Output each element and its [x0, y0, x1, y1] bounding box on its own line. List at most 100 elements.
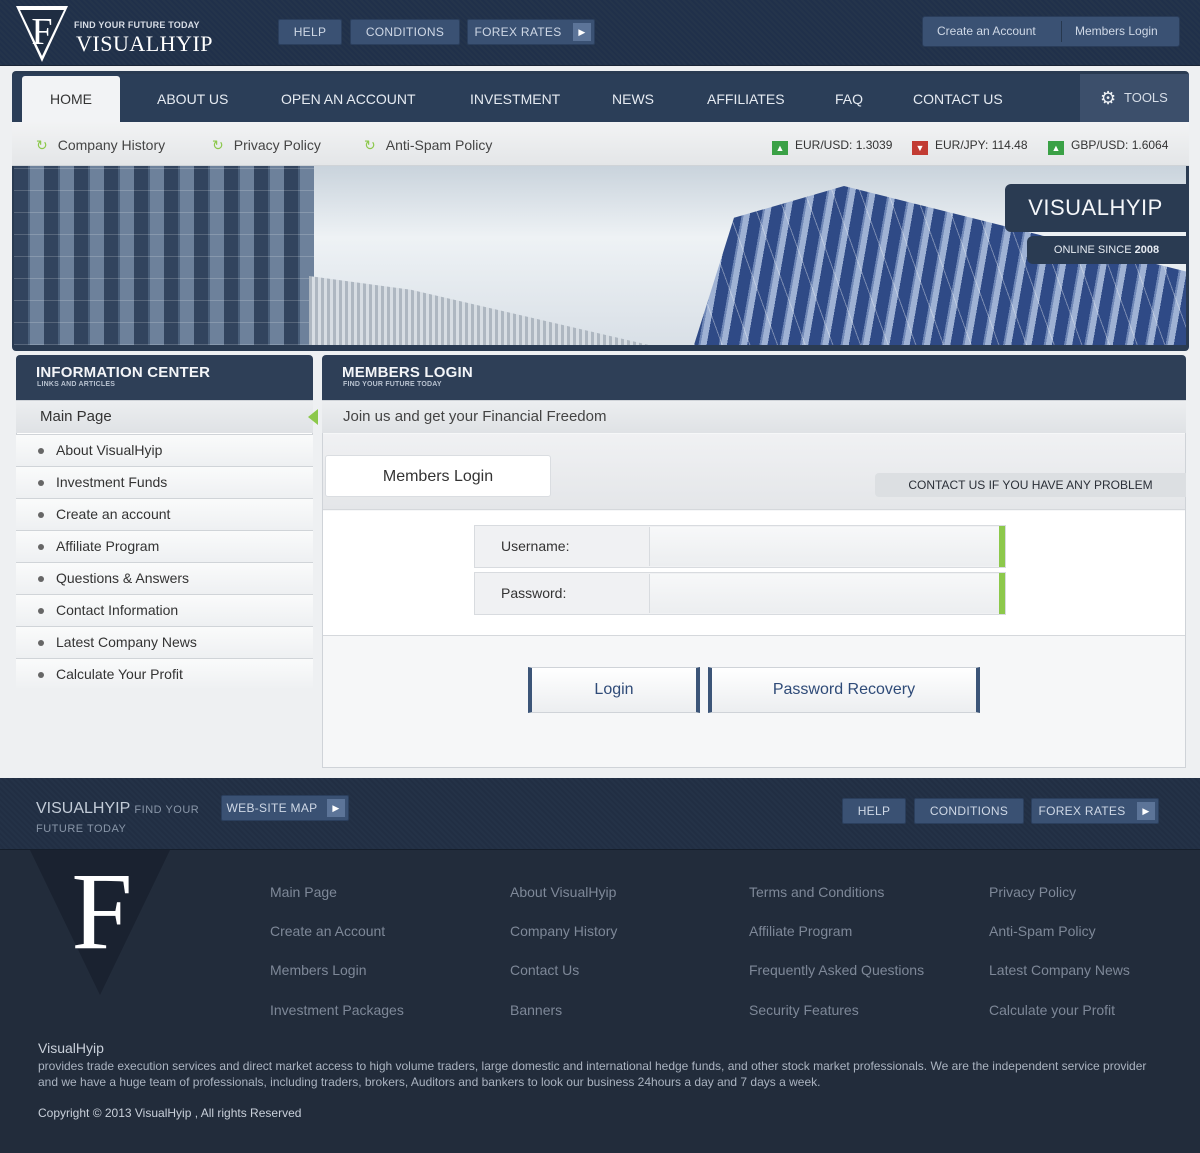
- sublink-label: Privacy Policy: [233, 137, 321, 153]
- svg-text:F: F: [31, 11, 52, 53]
- create-account-link[interactable]: Create an Account: [937, 17, 1036, 46]
- site-logo[interactable]: F FIND YOUR FUTURE TODAY VISUALHYIP: [16, 6, 236, 62]
- conditions-button[interactable]: CONDITIONS: [350, 19, 460, 45]
- password-recovery-button[interactable]: Password Recovery: [708, 667, 980, 713]
- sidebar-item-contact-information[interactable]: Contact Information: [16, 594, 313, 626]
- banner-subtitle: ONLINE SINCE 2008: [1027, 236, 1186, 264]
- nav-home[interactable]: HOME: [22, 76, 120, 122]
- sidebar-item-label: Main Page: [40, 408, 112, 425]
- sublink-label: Anti-Spam Policy: [385, 137, 493, 153]
- password-input[interactable]: [649, 574, 999, 613]
- svg-text:F: F: [71, 850, 132, 972]
- sidebar-item-main-page[interactable]: Main Page: [16, 401, 318, 433]
- link-icon: ↻: [364, 137, 376, 153]
- arrow-up-icon: ▲: [772, 141, 788, 155]
- rate-value: 1.6064: [1131, 138, 1169, 152]
- logo-f-icon: F: [16, 6, 68, 62]
- tools-label: TOOLS: [1124, 90, 1168, 105]
- sidebar-subtitle: LINKS AND ARTICLES: [37, 381, 116, 388]
- footer-link[interactable]: Create an Account: [270, 923, 385, 939]
- footer-link[interactable]: Terms and Conditions: [749, 884, 884, 900]
- footer-link[interactable]: Security Features: [749, 1002, 859, 1018]
- footer-conditions-button[interactable]: CONDITIONS: [914, 798, 1024, 824]
- arrow-down-icon: ▼: [912, 141, 928, 155]
- footer-link[interactable]: Frequently Asked Questions: [749, 962, 924, 978]
- sitemap-button[interactable]: WEB-SITE MAP ▶: [221, 795, 349, 821]
- banner-title: VISUALHYIP: [1005, 184, 1186, 232]
- arrow-right-icon: ▶: [1137, 802, 1155, 820]
- footer-link[interactable]: Privacy Policy: [989, 884, 1076, 900]
- login-intro: Join us and get your Financial Freedom: [322, 401, 1186, 433]
- footer-logo-icon: F: [30, 850, 170, 995]
- field-accent: [999, 526, 1005, 567]
- arrow-up-icon: ▲: [1048, 141, 1064, 155]
- footer-link[interactable]: Contact Us: [510, 962, 579, 978]
- rate-eurusd: ▲ EUR/USD: 1.3039: [772, 138, 892, 155]
- footer-about-title: VisualHyip: [38, 1040, 104, 1056]
- username-input[interactable]: [649, 527, 999, 566]
- nav-news[interactable]: NEWS: [612, 76, 654, 122]
- members-login-link[interactable]: Members Login: [1075, 17, 1158, 46]
- sidebar-item-create-account[interactable]: Create an account: [16, 498, 313, 530]
- arrow-right-icon: ▶: [327, 799, 345, 817]
- footer-link[interactable]: Affiliate Program: [749, 923, 852, 939]
- help-button[interactable]: HELP: [278, 19, 342, 45]
- nav-about-us[interactable]: ABOUT US: [157, 76, 228, 122]
- footer-brand-tag: FIND YOUR: [134, 804, 200, 816]
- sublink-label: Company History: [57, 137, 166, 153]
- nav-contact-us[interactable]: CONTACT US: [913, 76, 1003, 122]
- login-title: MEMBERS LOGIN: [342, 364, 473, 381]
- sublink-privacy-policy[interactable]: ↻ Privacy Policy: [212, 137, 321, 154]
- sidebar-title: INFORMATION CENTER: [36, 364, 211, 381]
- nav-investment[interactable]: INVESTMENT: [470, 76, 560, 122]
- contact-note[interactable]: CONTACT US IF YOU HAVE ANY PROBLEM: [875, 473, 1186, 497]
- footer-help-button[interactable]: HELP: [842, 798, 906, 824]
- rate-pair: EUR/USD:: [795, 138, 853, 152]
- footer-brand-tag: FUTURE TODAY: [36, 823, 127, 835]
- login-button[interactable]: Login: [528, 667, 700, 713]
- banner-building-image: [14, 166, 314, 345]
- sidebar-item-affiliate-program[interactable]: Affiliate Program: [16, 530, 313, 562]
- rate-pair: GBP/USD:: [1071, 138, 1129, 152]
- footer-brand: VISUALHYIP FIND YOUR FUTURE TODAY: [36, 800, 216, 838]
- nav-faq[interactable]: FAQ: [835, 76, 863, 122]
- footer-brand-name: VISUALHYIP: [36, 800, 130, 817]
- footer-link[interactable]: Investment Packages: [270, 1002, 404, 1018]
- forex-rates-button[interactable]: FOREX RATES ▶: [467, 19, 595, 45]
- login-header: MEMBERS LOGIN FIND YOUR FUTURE TODAY: [322, 355, 1186, 401]
- footer-forex-label: FOREX RATES: [1038, 804, 1126, 818]
- login-subtitle: FIND YOUR FUTURE TODAY: [343, 381, 442, 388]
- footer-link[interactable]: Anti-Spam Policy: [989, 923, 1096, 939]
- rate-value: 1.3039: [855, 138, 893, 152]
- rate-gbpusd: ▲ GBP/USD: 1.6064: [1048, 138, 1168, 155]
- sublink-company-history[interactable]: ↻ Company History: [36, 137, 165, 154]
- footer-forex-button[interactable]: FOREX RATES ▶: [1031, 798, 1159, 824]
- sitemap-label: WEB-SITE MAP: [226, 801, 318, 815]
- logo-tagline: FIND YOUR FUTURE TODAY: [74, 20, 200, 30]
- footer-link[interactable]: Calculate your Profit: [989, 1002, 1115, 1018]
- footer-link[interactable]: About VisualHyip: [510, 884, 616, 900]
- nav-open-account[interactable]: OPEN AN ACCOUNT: [281, 76, 416, 122]
- link-icon: ↻: [36, 137, 48, 153]
- nav-affiliates[interactable]: AFFILIATES: [707, 76, 785, 122]
- footer-link[interactable]: Company History: [510, 923, 617, 939]
- footer-link[interactable]: Latest Company News: [989, 962, 1130, 978]
- arrow-right-icon: ▶: [573, 23, 591, 41]
- tools-button[interactable]: ⚙ TOOLS: [1080, 74, 1189, 122]
- sidebar-item-questions[interactable]: Questions & Answers: [16, 562, 313, 594]
- password-row: Password:: [474, 572, 1006, 615]
- sidebar-item-calculate-profit[interactable]: Calculate Your Profit: [16, 658, 313, 690]
- banner-building-image: [309, 276, 649, 345]
- footer-link[interactable]: Members Login: [270, 962, 367, 978]
- sidebar-item-about[interactable]: About VisualHyip: [16, 434, 313, 466]
- sidebar-item-latest-news[interactable]: Latest Company News: [16, 626, 313, 658]
- rate-eurjpy: ▼ EUR/JPY: 114.48: [912, 138, 1028, 155]
- sublink-anti-spam-policy[interactable]: ↻ Anti-Spam Policy: [364, 137, 492, 154]
- footer-link[interactable]: Banners: [510, 1002, 562, 1018]
- tab-members-login[interactable]: Members Login: [325, 455, 551, 497]
- forex-rates-label: FOREX RATES: [474, 25, 562, 39]
- footer-link[interactable]: Main Page: [270, 884, 337, 900]
- rate-value: 114.48: [991, 138, 1028, 152]
- sidebar-item-investment-funds[interactable]: Investment Funds: [16, 466, 313, 498]
- field-accent: [999, 573, 1005, 614]
